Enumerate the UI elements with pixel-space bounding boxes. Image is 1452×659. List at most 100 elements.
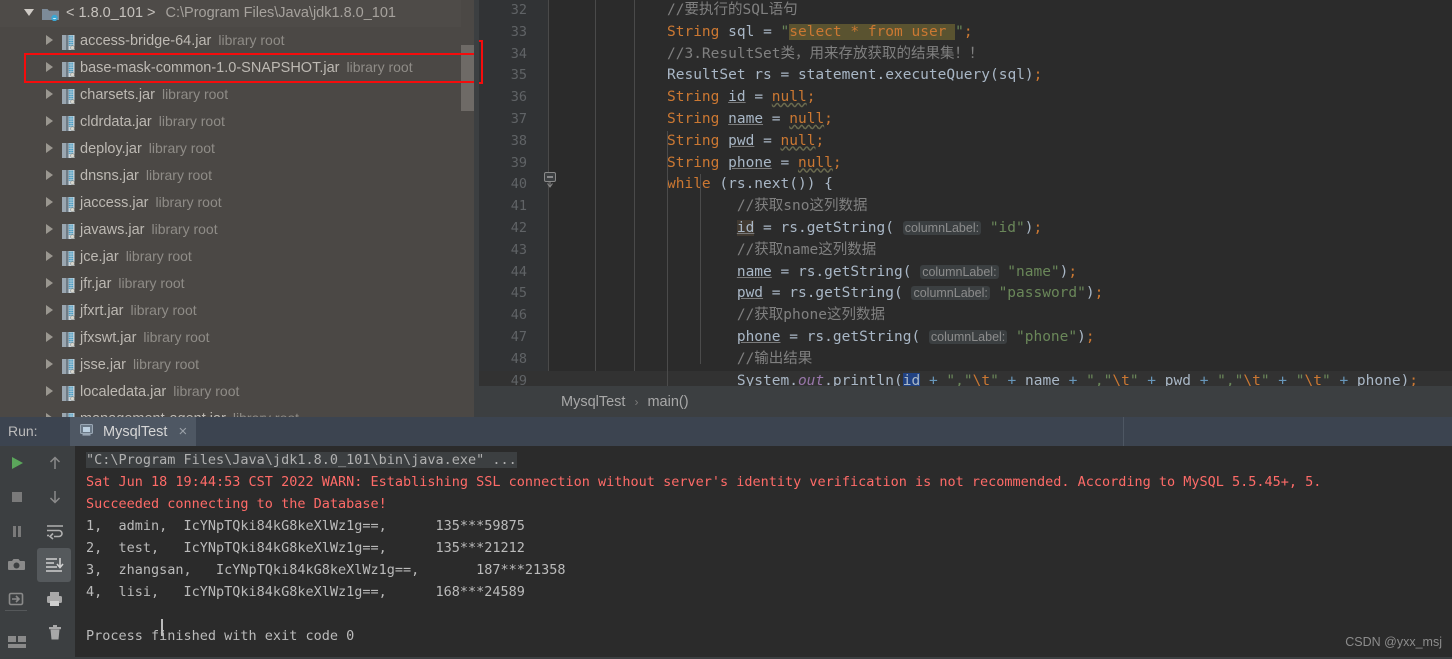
camera-icon[interactable] bbox=[0, 548, 33, 582]
tree-item-5[interactable]: dnsns.jarlibrary root bbox=[0, 162, 479, 189]
code-line-45[interactable]: 45 pwd = rs.getString( columnLabel: "pas… bbox=[479, 283, 1452, 305]
chevron-right-icon[interactable] bbox=[44, 169, 56, 181]
stop-button[interactable] bbox=[0, 480, 33, 514]
chevron-right-icon[interactable] bbox=[44, 385, 56, 397]
code-line-46[interactable]: 46 //获取phone这列数据 bbox=[479, 305, 1452, 327]
console-line-exit: Process finished with exit code 0 bbox=[75, 625, 1452, 647]
line-number[interactable]: 35 bbox=[479, 65, 527, 87]
run-toolbar-secondary[interactable] bbox=[33, 446, 75, 657]
tree-item-12[interactable]: jsse.jarlibrary root bbox=[0, 351, 479, 378]
trash-icon[interactable] bbox=[34, 616, 75, 650]
line-number[interactable]: 42 bbox=[479, 218, 527, 240]
line-number[interactable]: 33 bbox=[479, 22, 527, 44]
code-editor[interactable]: 32//要执行的SQL语句33String sql = "select * fr… bbox=[479, 0, 1452, 386]
line-number[interactable]: 32 bbox=[479, 0, 527, 22]
code-line-39[interactable]: 39String phone = null; bbox=[479, 153, 1452, 175]
run-tab-mysqltest[interactable]: MysqlTest × bbox=[70, 417, 196, 446]
code-fold-icon[interactable] bbox=[543, 172, 557, 188]
tree-item-6[interactable]: jaccess.jarlibrary root bbox=[0, 189, 479, 216]
code-line-47[interactable]: 47 phone = rs.getString( columnLabel: "p… bbox=[479, 327, 1452, 349]
line-number[interactable]: 48 bbox=[479, 349, 527, 371]
soft-wrap-icon[interactable] bbox=[34, 514, 75, 548]
tree-item-13[interactable]: localedata.jarlibrary root bbox=[0, 378, 479, 405]
print-icon[interactable] bbox=[34, 582, 75, 616]
pause-button[interactable] bbox=[0, 514, 33, 548]
arrow-down-icon[interactable] bbox=[34, 480, 75, 514]
tree-item-14[interactable]: management-agent.jarlibrary root bbox=[0, 405, 479, 417]
tree-item-1[interactable]: base-mask-common-1.0-SNAPSHOT.jarlibrary… bbox=[0, 54, 479, 81]
code-line-44[interactable]: 44 name = rs.getString( columnLabel: "na… bbox=[479, 262, 1452, 284]
line-number[interactable]: 44 bbox=[479, 262, 527, 284]
chevron-right-icon[interactable] bbox=[44, 142, 56, 154]
code-line-36[interactable]: 36String id = null; bbox=[479, 87, 1452, 109]
tree-item-0[interactable]: access-bridge-64.jarlibrary root bbox=[0, 27, 479, 54]
line-number[interactable]: 46 bbox=[479, 305, 527, 327]
run-toolbar-left[interactable] bbox=[0, 446, 33, 657]
line-number[interactable]: 37 bbox=[479, 109, 527, 131]
code-line-49[interactable]: 49 System.out.println(id + ","\t" + name… bbox=[479, 371, 1452, 386]
console-caret bbox=[161, 619, 163, 636]
tree-item-name: localedata.jar bbox=[80, 384, 166, 400]
library-tree-panel[interactable]: < 1.8.0_101 >C:\Program Files\Java\jdk1.… bbox=[0, 0, 479, 417]
scroll-to-end-icon[interactable] bbox=[37, 548, 71, 582]
breadcrumb-method[interactable]: main() bbox=[647, 394, 688, 410]
line-number[interactable]: 47 bbox=[479, 327, 527, 349]
console-row-0: 1, admin, IcYNpTQki84kG8keXlWz1g==, 135*… bbox=[75, 515, 1452, 537]
layout-icon[interactable] bbox=[0, 625, 33, 659]
close-icon[interactable]: × bbox=[178, 423, 187, 440]
chevron-right-icon[interactable] bbox=[44, 331, 56, 343]
tree-item-4[interactable]: deploy.jarlibrary root bbox=[0, 135, 479, 162]
line-number[interactable]: 45 bbox=[479, 283, 527, 305]
tree-item-9[interactable]: jfr.jarlibrary root bbox=[0, 270, 479, 297]
chevron-right-icon[interactable] bbox=[44, 196, 56, 208]
breadcrumb-class[interactable]: MysqlTest bbox=[561, 394, 625, 410]
arrow-up-icon[interactable] bbox=[34, 446, 75, 480]
code-line-48[interactable]: 48 //输出结果 bbox=[479, 349, 1452, 371]
rerun-button[interactable] bbox=[0, 446, 33, 480]
folder-icon bbox=[42, 4, 59, 18]
tree-item-7[interactable]: javaws.jarlibrary root bbox=[0, 216, 479, 243]
chevron-right-icon[interactable] bbox=[44, 358, 56, 370]
line-number[interactable]: 39 bbox=[479, 153, 527, 175]
chevron-right-icon[interactable] bbox=[44, 34, 56, 46]
line-number[interactable]: 40 bbox=[479, 174, 527, 196]
line-text: String pwd = null; bbox=[667, 131, 824, 153]
code-line-42[interactable]: 42 id = rs.getString( columnLabel: "id")… bbox=[479, 218, 1452, 240]
tree-scrollbar-track[interactable] bbox=[461, 0, 474, 417]
code-line-41[interactable]: 41 //获取sno这列数据 bbox=[479, 196, 1452, 218]
line-number[interactable]: 36 bbox=[479, 87, 527, 109]
tree-item-8[interactable]: jce.jarlibrary root bbox=[0, 243, 479, 270]
code-line-38[interactable]: 38 String pwd = null; bbox=[479, 131, 1452, 153]
code-line-34[interactable]: 34//3.ResultSet类，用来存放获取的结果集！！ bbox=[479, 44, 1452, 66]
tree-item-10[interactable]: jfxrt.jarlibrary root bbox=[0, 297, 479, 324]
line-number[interactable]: 49 bbox=[479, 371, 527, 386]
tree-root-jdk[interactable]: < 1.8.0_101 >C:\Program Files\Java\jdk1.… bbox=[0, 0, 479, 27]
chevron-down-icon[interactable] bbox=[24, 6, 36, 18]
code-line-37[interactable]: 37String name = null; bbox=[479, 109, 1452, 131]
chevron-right-icon[interactable] bbox=[44, 115, 56, 127]
tree-item-11[interactable]: jfxswt.jarlibrary root bbox=[0, 324, 479, 351]
chevron-right-icon[interactable] bbox=[44, 88, 56, 100]
code-line-32[interactable]: 32//要执行的SQL语句 bbox=[479, 0, 1452, 22]
code-line-43[interactable]: 43 //获取name这列数据 bbox=[479, 240, 1452, 262]
line-number[interactable]: 41 bbox=[479, 196, 527, 218]
console-output[interactable]: "C:\Program Files\Java\jdk1.8.0_101\bin\… bbox=[75, 446, 1452, 657]
chevron-right-icon[interactable] bbox=[44, 277, 56, 289]
code-line-33[interactable]: 33String sql = "select * from user "; bbox=[479, 22, 1452, 44]
tree-item-2[interactable]: charsets.jarlibrary root bbox=[0, 81, 479, 108]
tree-scrollbar-thumb[interactable] bbox=[461, 45, 474, 111]
breadcrumb[interactable]: MysqlTest › main() bbox=[479, 386, 1452, 417]
console-scrollbar[interactable] bbox=[1444, 446, 1452, 657]
code-line-40[interactable]: 40while (rs.next()) { bbox=[479, 174, 1452, 196]
chevron-right-icon[interactable] bbox=[44, 250, 56, 262]
tree-item-3[interactable]: cldrdata.jarlibrary root bbox=[0, 108, 479, 135]
code-line-35[interactable]: 35ResultSet rs = statement.executeQuery(… bbox=[479, 65, 1452, 87]
chevron-right-icon[interactable] bbox=[44, 61, 56, 73]
line-number[interactable]: 43 bbox=[479, 240, 527, 262]
indent-guide-inner bbox=[700, 174, 701, 364]
tree-item-name: jaccess.jar bbox=[80, 195, 149, 211]
chevron-right-icon[interactable] bbox=[44, 304, 56, 316]
line-number[interactable]: 34 bbox=[479, 44, 527, 66]
line-number[interactable]: 38 bbox=[479, 131, 527, 153]
chevron-right-icon[interactable] bbox=[44, 223, 56, 235]
